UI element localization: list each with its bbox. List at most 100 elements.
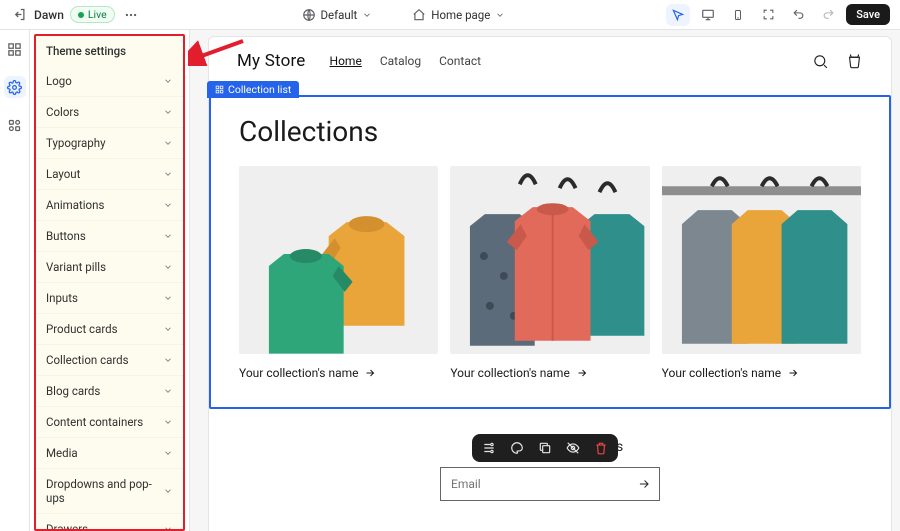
sidebar-item-collection-cards[interactable]: Collection cards xyxy=(36,344,183,375)
chevron-down-icon xyxy=(163,355,173,365)
sidebar-item-label: Typography xyxy=(46,136,106,150)
cart-icon[interactable] xyxy=(845,52,863,70)
sidebar-item-label: Layout xyxy=(46,167,80,181)
grid-icon xyxy=(215,85,224,94)
chevron-down-icon xyxy=(362,10,372,20)
sidebar-item-label: Colors xyxy=(46,105,79,119)
viewport-desktop[interactable] xyxy=(696,4,720,26)
sidebar-item-blog-cards[interactable]: Blog cards xyxy=(36,375,183,406)
storefront-nav: Home Catalog Contact xyxy=(330,54,482,68)
sidebar-item-label: Inputs xyxy=(46,291,78,305)
section-title: Collections xyxy=(239,115,861,148)
collection-image-placeholder xyxy=(450,166,649,354)
sidebar-item-label: Collection cards xyxy=(46,353,129,367)
theme-name: Dawn xyxy=(34,8,64,22)
context-selector-label: Default xyxy=(321,8,358,22)
sidebar-item-label: Blog cards xyxy=(46,384,100,398)
chevron-down-icon xyxy=(163,293,173,303)
toolbar-settings[interactable] xyxy=(480,439,498,457)
collection-image-placeholder xyxy=(662,166,861,354)
undo-button[interactable] xyxy=(786,4,810,26)
collection-caption-label: Your collection's name xyxy=(450,366,569,380)
left-rail xyxy=(0,30,30,531)
search-icon[interactable] xyxy=(811,52,829,70)
context-selector[interactable]: Default xyxy=(296,5,379,25)
email-input-wrapper xyxy=(440,467,660,501)
chevron-down-icon xyxy=(163,169,173,179)
sidebar-item-logo[interactable]: Logo xyxy=(36,66,183,96)
sidebar-item-media[interactable]: Media xyxy=(36,437,183,468)
section-floating-toolbar xyxy=(472,434,618,462)
save-button[interactable]: Save xyxy=(846,4,890,25)
chevron-down-icon xyxy=(163,448,173,458)
collection-card[interactable]: Your collection's name xyxy=(662,166,861,381)
live-badge: Live xyxy=(70,6,115,23)
redo-button[interactable] xyxy=(816,4,840,26)
viewport-mobile[interactable] xyxy=(726,4,750,26)
preview-canvas-wrap: My Store Home Catalog Contact xyxy=(190,30,900,531)
chevron-down-icon xyxy=(163,524,173,531)
chevron-down-icon xyxy=(163,200,173,210)
collection-caption: Your collection's name xyxy=(239,366,376,380)
sidebar-item-label: Product cards xyxy=(46,322,118,336)
collection-caption: Your collection's name xyxy=(662,366,799,380)
email-field[interactable] xyxy=(441,477,629,491)
sidebar-item-buttons[interactable]: Buttons xyxy=(36,220,183,251)
sidebar-item-layout[interactable]: Layout xyxy=(36,158,183,189)
exit-icon[interactable] xyxy=(10,6,28,24)
toolbar-duplicate[interactable] xyxy=(536,439,554,457)
globe-icon xyxy=(302,8,316,22)
collection-caption: Your collection's name xyxy=(450,366,587,380)
submit-email-button[interactable] xyxy=(629,477,659,491)
toolbar-palette[interactable] xyxy=(508,439,526,457)
more-actions-button[interactable] xyxy=(121,5,141,25)
rail-sections[interactable] xyxy=(4,38,26,60)
rail-app-embeds[interactable] xyxy=(4,114,26,136)
arrow-right-icon xyxy=(787,367,799,379)
theme-settings-sidebar: Theme settings Logo Colors Typography La… xyxy=(30,30,190,531)
sidebar-item-colors[interactable]: Colors xyxy=(36,96,183,127)
home-icon xyxy=(412,8,426,22)
chevron-down-icon xyxy=(163,417,173,427)
chevron-down-icon xyxy=(163,262,173,272)
arrow-right-icon xyxy=(364,367,376,379)
sidebar-item-animations[interactable]: Animations xyxy=(36,189,183,220)
sidebar-item-label: Logo xyxy=(46,74,72,88)
inspector-toggle[interactable] xyxy=(666,4,690,26)
arrow-right-icon xyxy=(576,367,588,379)
rail-theme-settings[interactable] xyxy=(4,76,26,98)
sidebar-item-typography[interactable]: Typography xyxy=(36,127,183,158)
arrow-right-icon xyxy=(637,477,651,491)
sidebar-item-content-containers[interactable]: Content containers xyxy=(36,406,183,437)
nav-home[interactable]: Home xyxy=(330,54,362,68)
sidebar-item-label: Dropdowns and pop-ups xyxy=(46,477,163,505)
chevron-down-icon xyxy=(163,386,173,396)
collection-caption-label: Your collection's name xyxy=(239,366,358,380)
sidebar-item-label: Variant pills xyxy=(46,260,106,274)
sidebar-item-product-cards[interactable]: Product cards xyxy=(36,313,183,344)
chevron-down-icon xyxy=(163,76,173,86)
nav-contact[interactable]: Contact xyxy=(439,54,481,68)
collection-card[interactable]: Your collection's name xyxy=(450,166,649,381)
sidebar-item-drawers[interactable]: Drawers xyxy=(36,513,183,531)
toolbar-hide[interactable] xyxy=(564,439,582,457)
toolbar-delete[interactable] xyxy=(592,439,610,457)
collections-row: Your collection's name xyxy=(239,166,861,381)
collection-card[interactable]: Your collection's name xyxy=(239,166,438,381)
page-selector-label: Home page xyxy=(431,8,490,22)
chevron-down-icon xyxy=(163,107,173,117)
store-name: My Store xyxy=(237,51,306,71)
nav-catalog[interactable]: Catalog xyxy=(380,54,421,68)
chevron-down-icon xyxy=(163,324,173,334)
top-bar: Dawn Live Default Home page xyxy=(0,0,900,30)
collection-image-placeholder xyxy=(239,166,438,354)
sidebar-title: Theme settings xyxy=(36,36,183,66)
sidebar-item-inputs[interactable]: Inputs xyxy=(36,282,183,313)
sidebar-item-dropdowns[interactable]: Dropdowns and pop-ups xyxy=(36,468,183,513)
viewport-fullscreen[interactable] xyxy=(756,4,780,26)
page-selector[interactable]: Home page xyxy=(406,5,511,25)
sidebar-item-label: Drawers xyxy=(46,522,88,531)
sidebar-item-variant-pills[interactable]: Variant pills xyxy=(36,251,183,282)
storefront-header: My Store Home Catalog Contact xyxy=(209,37,891,81)
collection-list-section[interactable]: Collections xyxy=(209,95,891,409)
